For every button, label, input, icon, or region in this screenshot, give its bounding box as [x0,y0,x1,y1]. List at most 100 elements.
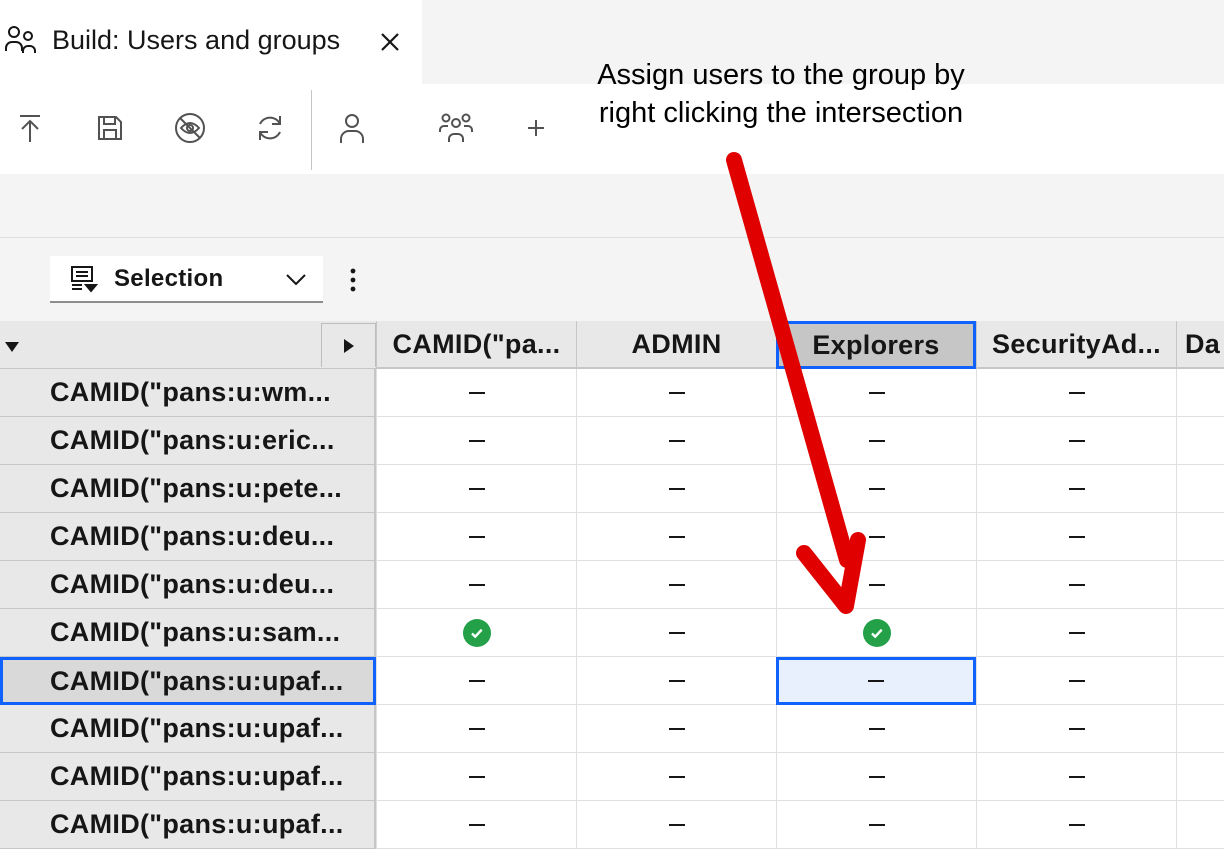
empty-indicator [868,487,885,490]
grid-cell[interactable] [376,417,576,465]
grid-cell[interactable] [976,561,1176,609]
add-icon[interactable] [514,106,558,150]
grid-corner [0,321,376,369]
grid-cell[interactable] [376,609,576,657]
upload-icon[interactable] [8,106,52,150]
grid-cell[interactable] [776,705,976,753]
grid-cell[interactable] [576,369,776,417]
row-header[interactable]: CAMID("pans:u:upaf... [0,753,376,801]
grid-cell[interactable] [1176,417,1224,465]
grid-cell[interactable] [976,705,1176,753]
grid-cell[interactable] [376,561,576,609]
grid-cell[interactable] [1176,753,1224,801]
grid-cell[interactable] [576,753,776,801]
tab-users-and-groups[interactable]: Build: Users and groups [0,0,422,84]
column-header[interactable]: SecurityAd... [976,321,1176,369]
grid-cell[interactable] [976,801,1176,849]
column-header[interactable]: CAMID("pa... [376,321,576,369]
grid-cell[interactable] [1176,369,1224,417]
grid-cell[interactable] [1176,705,1224,753]
tab-title: Build: Users and groups [52,24,341,55]
empty-indicator [668,631,685,634]
grid-cell[interactable] [976,417,1176,465]
grid-cell[interactable] [776,417,976,465]
empty-indicator [468,775,485,778]
users-groups-grid: CAMID("pa... ADMIN Explorers SecurityAd... D… [0,321,1224,850]
group-icon[interactable] [434,106,478,150]
empty-indicator [1068,631,1085,634]
overflow-menu-vertical-icon[interactable] [338,262,368,298]
renew-icon[interactable] [248,106,292,150]
expand-columns-button[interactable] [321,323,376,367]
grid-cell[interactable] [776,513,976,561]
row-header[interactable]: CAMID("pans:u:sam... [0,609,376,657]
empty-indicator [868,727,885,730]
caret-down-icon[interactable] [2,337,22,357]
empty-indicator [468,439,485,442]
grid-cell[interactable] [776,753,976,801]
grid-cell[interactable] [1176,561,1224,609]
grid-cell[interactable] [376,465,576,513]
column-header[interactable]: Explorers [776,321,976,369]
grid-cell[interactable] [776,369,976,417]
empty-indicator [868,391,885,394]
row-header[interactable]: CAMID("pans:u:deu... [0,513,376,561]
empty-indicator [468,391,485,394]
empty-indicator [668,391,685,394]
empty-indicator [1068,727,1085,730]
grid-cell[interactable] [1176,609,1224,657]
grid-cell[interactable] [576,657,776,705]
grid-cell[interactable] [1176,801,1224,849]
empty-indicator [668,439,685,442]
view-off-icon[interactable] [168,106,212,150]
grid-cell[interactable] [376,705,576,753]
grid-cell[interactable] [576,705,776,753]
grid-cell[interactable] [576,513,776,561]
column-header[interactable]: Da [1176,321,1224,369]
grid-cell[interactable] [976,657,1176,705]
grid-cell[interactable] [1176,657,1224,705]
column-header[interactable]: ADMIN [576,321,776,369]
grid-cell[interactable] [976,753,1176,801]
toolbar-secondary-band [0,174,1224,238]
empty-indicator [868,823,885,826]
grid-cell[interactable] [576,801,776,849]
save-icon[interactable] [88,106,132,150]
grid-cell[interactable] [776,657,976,705]
empty-indicator [1068,535,1085,538]
empty-indicator [468,727,485,730]
grid-cell[interactable] [776,801,976,849]
user-icon[interactable] [330,106,374,150]
empty-indicator [1068,823,1085,826]
grid-cell[interactable] [976,513,1176,561]
row-header[interactable]: CAMID("pans:u:pete... [0,465,376,513]
grid-cell[interactable] [376,801,576,849]
close-icon[interactable] [372,24,408,60]
grid-cell[interactable] [976,465,1176,513]
grid-cell[interactable] [576,561,776,609]
grid-cell[interactable] [776,609,976,657]
row-header[interactable]: CAMID("pans:u:deu... [0,561,376,609]
annotation-text: Assign users to the group by right click… [597,59,965,129]
grid-cell[interactable] [376,369,576,417]
grid-cell[interactable] [1176,465,1224,513]
row-header[interactable]: CAMID("pans:u:upaf... [0,705,376,753]
grid-cell[interactable] [976,609,1176,657]
row-header[interactable]: CAMID("pans:u:eric... [0,417,376,465]
grid-cell[interactable] [576,609,776,657]
grid-cell[interactable] [376,753,576,801]
app-window: Build: Users and groups Selection CAMID(… [0,0,1224,850]
row-header[interactable]: CAMID("pans:u:wm... [0,369,376,417]
grid-cell[interactable] [576,465,776,513]
grid-cell[interactable] [976,369,1176,417]
grid-cell[interactable] [1176,513,1224,561]
row-header[interactable]: CAMID("pans:u:upaf... [0,657,376,705]
grid-cell[interactable] [576,417,776,465]
selection-dropdown[interactable]: Selection [50,256,323,303]
grid-cell[interactable] [776,465,976,513]
grid-cell[interactable] [776,561,976,609]
row-header[interactable]: CAMID("pans:u:upaf... [0,801,376,849]
grid-cell[interactable] [376,513,576,561]
grid-cell[interactable] [376,657,576,705]
empty-indicator [1068,775,1085,778]
